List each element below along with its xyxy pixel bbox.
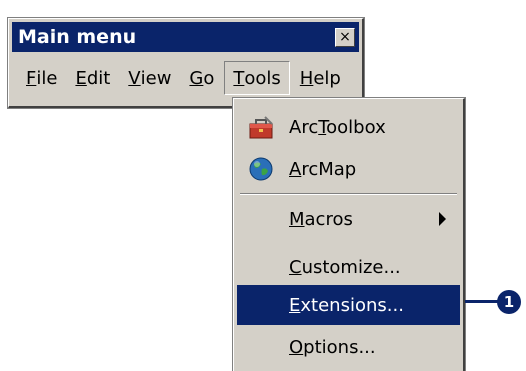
menu-item-label: Customize... xyxy=(289,256,401,278)
window-title: Main menu xyxy=(18,26,137,48)
menu-view[interactable]: View xyxy=(120,61,179,95)
tools-dropdown-menu: ArcToolbox ArcMap Macros Customize... Ex… xyxy=(232,97,466,371)
menu-edit[interactable]: Edit xyxy=(67,61,118,95)
menu-item-label: Options... xyxy=(289,336,376,358)
menu-item-label: ArcMap xyxy=(289,158,357,180)
menu-item-extensions[interactable]: Extensions... xyxy=(237,285,460,325)
menu-item-options[interactable]: Options... xyxy=(237,327,460,367)
menu-item-label: Macros xyxy=(289,208,353,230)
submenu-arrow-icon xyxy=(439,212,446,226)
menu-help[interactable]: Help xyxy=(292,61,349,95)
main-menu-window: Main menu × File Edit View Go Tools Help xyxy=(7,17,365,109)
menu-tools[interactable]: Tools xyxy=(224,61,290,95)
callout-number: 1 xyxy=(497,290,521,314)
globe-icon xyxy=(249,157,273,181)
menu-item-label: Extensions... xyxy=(289,294,404,316)
close-button[interactable]: × xyxy=(335,27,355,47)
menu-item-label: ArcToolbox xyxy=(289,116,386,138)
menu-go[interactable]: Go xyxy=(181,61,222,95)
toolbox-icon xyxy=(249,116,273,139)
menu-item-macros[interactable]: Macros xyxy=(237,199,460,239)
titlebar[interactable]: Main menu × xyxy=(12,22,359,52)
close-icon: × xyxy=(339,29,351,45)
menu-file[interactable]: File xyxy=(18,61,65,95)
menu-separator xyxy=(240,193,457,195)
menubar: File Edit View Go Tools Help xyxy=(12,57,359,99)
menu-item-arcmap[interactable]: ArcMap xyxy=(237,149,460,189)
menu-item-customize[interactable]: Customize... xyxy=(237,247,460,287)
menu-item-arctoolbox[interactable]: ArcToolbox xyxy=(237,107,460,147)
